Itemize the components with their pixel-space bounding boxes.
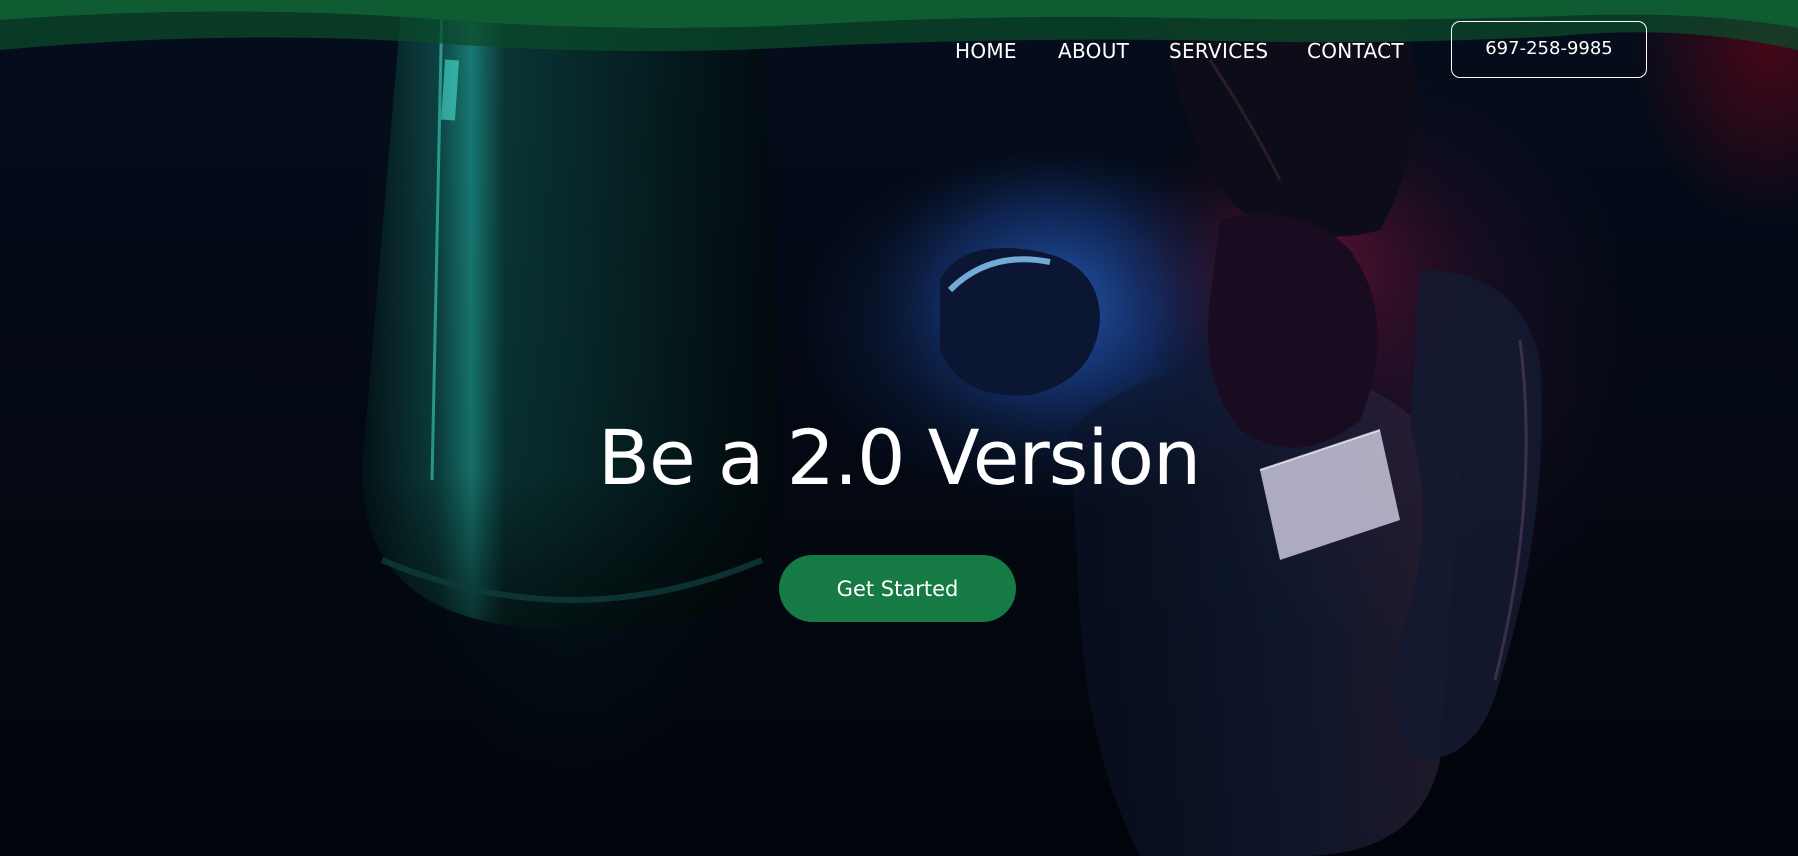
hero-headline: Be a 2.0 Version xyxy=(597,413,1201,502)
nav-link-about[interactable]: ABOUT xyxy=(1058,36,1129,66)
nav-link-services[interactable]: SERVICES xyxy=(1169,36,1268,66)
nav-link-home[interactable]: HOME xyxy=(955,36,1017,66)
phone-button[interactable]: 697-258-9985 xyxy=(1451,21,1647,78)
nav-link-contact[interactable]: CONTACT xyxy=(1307,36,1404,66)
punching-bag-image xyxy=(362,0,782,628)
hero-section: HOME ABOUT SERVICES CONTACT 697-258-9985… xyxy=(0,0,1798,856)
get-started-button[interactable]: Get Started xyxy=(779,555,1016,622)
